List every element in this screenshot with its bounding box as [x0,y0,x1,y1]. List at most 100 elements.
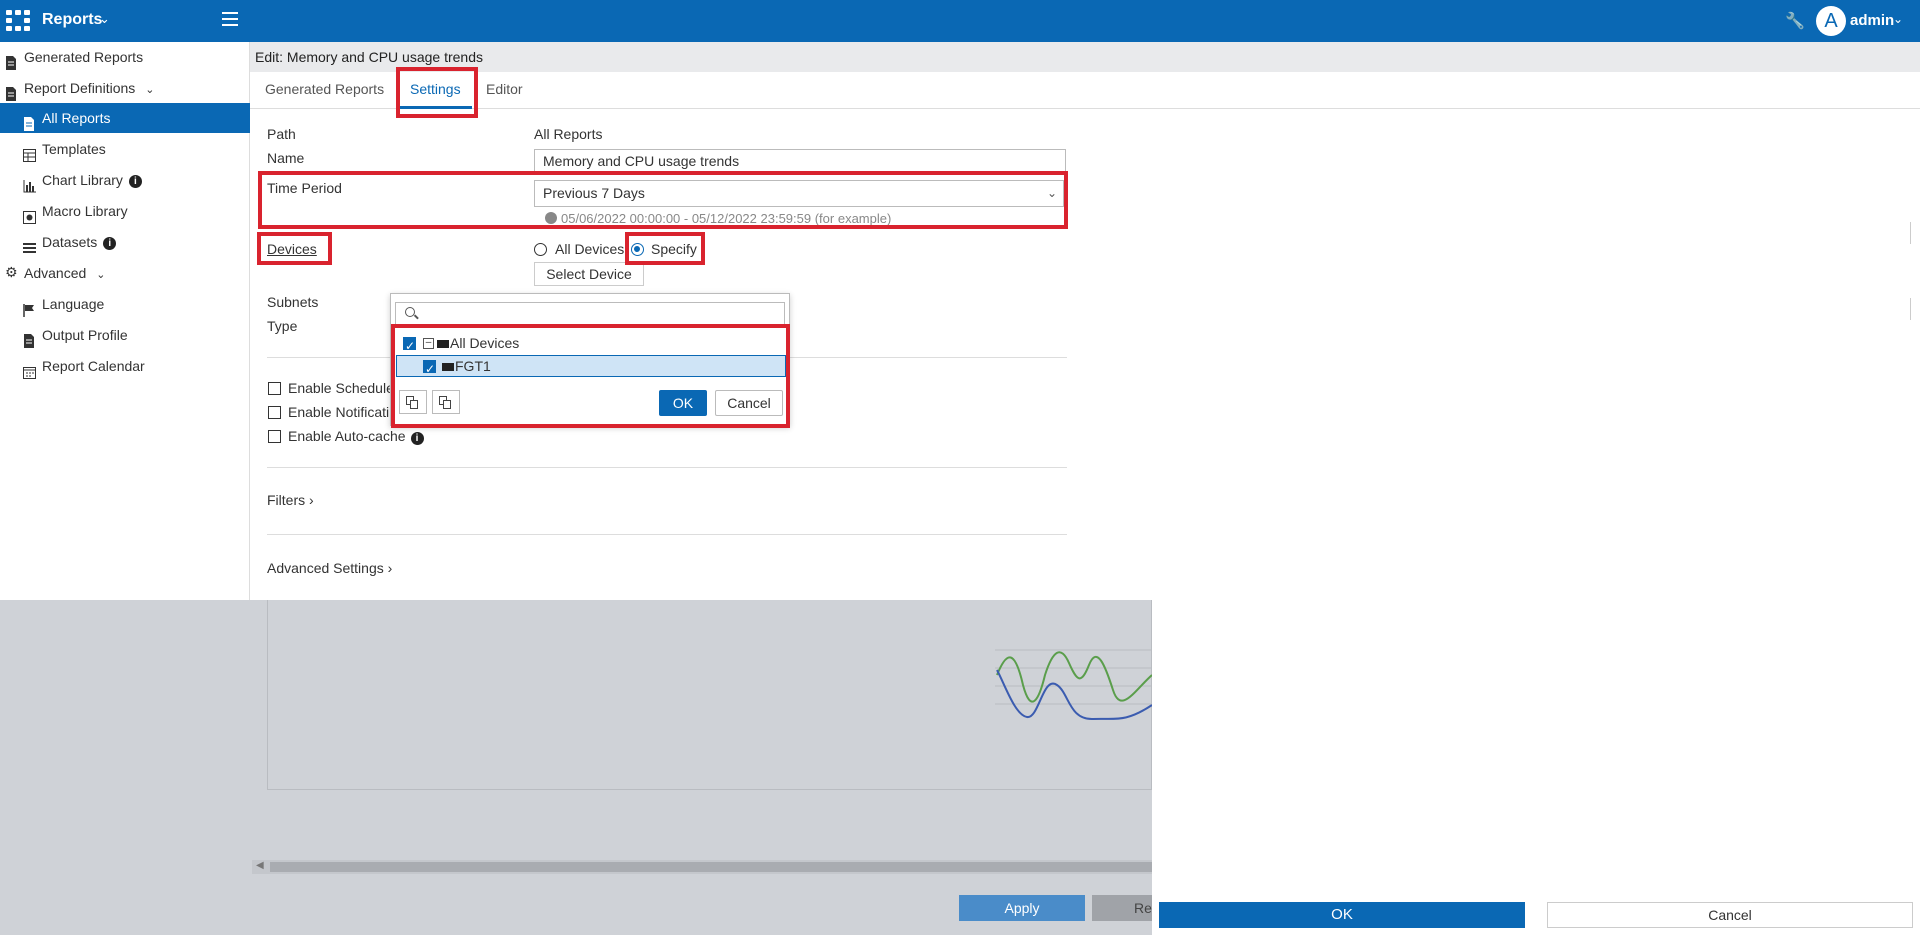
edge-marker [1910,298,1912,320]
sidebar-item-language[interactable]: Language [0,289,250,319]
enable-notification-checkbox[interactable] [268,406,281,419]
chevron-down-icon: ⌄ [145,84,155,96]
devices-label[interactable]: Devices [267,241,317,257]
enable-autocache-checkbox[interactable] [268,430,281,443]
menu-icon[interactable] [222,12,238,26]
apply-button[interactable]: Apply [959,895,1085,921]
chevron-down-icon[interactable]: ⌄ [1893,12,1903,26]
tree-item-all-devices[interactable]: – All Devices [397,332,777,357]
info-icon[interactable]: i [410,432,424,445]
wrench-icon[interactable]: 🔧 [1785,11,1805,31]
chart-line-green [996,651,1152,703]
tree-item-label: All Devices [450,335,520,351]
scrollbar-thumb[interactable] [270,862,1152,872]
cancel-button[interactable]: Cancel [1547,902,1913,928]
scroll-left-icon[interactable]: ◀ [256,860,264,871]
document-icon [5,81,19,101]
user-name[interactable]: admin [1850,12,1894,29]
all-devices-checkbox[interactable] [403,335,416,357]
sidebar-item-advanced[interactable]: ⚙ Advanced ⌄ [0,258,250,288]
tree-item-fgt1[interactable]: FGT1 [396,355,786,380]
chevron-right-icon: › [387,560,393,576]
sidebar-item-datasets[interactable]: Datasets i [0,227,250,257]
info-icon[interactable]: i [103,236,117,250]
chevron-right-icon: › [309,492,314,508]
sidebar: Generated Reports Report Definitions ⌄ Al… [0,42,250,600]
divider [267,534,1067,535]
page-title: Edit: Memory and CPU usage trends [255,49,483,65]
tab-bar: Generated Reports Settings Editor [250,72,1920,109]
avatar[interactable]: A [1816,6,1846,36]
document-icon [23,111,37,131]
sidebar-item-label: All Reports [42,110,111,126]
sidebar-item-label: Report Definitions [24,80,136,96]
chart-preview [995,649,1152,721]
sidebar-item-label: Chart Library [42,172,123,188]
sidebar-item-label: Language [42,296,105,312]
path-value: All Reports [534,126,603,142]
sidebar-item-all-reports[interactable]: All Reports [0,103,250,133]
device-select-popup: – All Devices FGT1 OK Cancel [390,293,790,426]
collapse-all-button[interactable] [432,390,460,414]
subnets-label: Subnets [267,294,319,310]
sidebar-item-label: Templates [42,141,106,157]
sidebar-item-label: Datasets [42,234,98,250]
enable-schedule-label: Enable Schedule [288,380,394,396]
sidebar-item-macro-library[interactable]: Macro Library [0,196,250,226]
all-devices-option-label[interactable]: All Devices [555,241,624,257]
gear-icon: ⚙ [5,264,18,280]
app-title[interactable]: Reports [42,11,102,29]
sidebar-item-report-calendar[interactable]: Report Calendar [0,351,250,381]
tab-settings[interactable]: Settings [410,81,461,97]
enable-autocache-label: Enable Auto-cache i [288,428,424,445]
sidebar-item-label: Generated Reports [24,49,144,65]
device-icon [442,363,454,371]
name-field[interactable]: Memory and CPU usage trends [534,149,1066,173]
horizontal-scrollbar[interactable]: ◀ [252,860,1152,874]
sidebar-item-label: Advanced [24,265,87,281]
divider [267,467,1067,468]
device-search-input[interactable] [395,302,785,326]
advanced-settings-toggle[interactable]: Advanced Settings › [267,560,392,576]
sidebar-item-templates[interactable]: Templates [0,134,250,164]
reset-button[interactable]: Re [1092,895,1152,921]
specify-option-label[interactable]: Specify [651,241,697,257]
enable-schedule-checkbox[interactable] [268,382,281,395]
ok-button[interactable]: OK [1159,902,1525,928]
all-devices-radio[interactable] [534,243,547,256]
type-label: Type [267,318,298,334]
sidebar-item-report-definitions[interactable]: Report Definitions ⌄ [0,73,250,103]
popup-ok-button[interactable]: OK [659,390,707,416]
info-icon[interactable]: i [128,174,142,188]
tab-generated-reports[interactable]: Generated Reports [265,81,384,97]
top-bar: Reports ⌄ 🔧 A admin ⌄ [0,0,1920,42]
sidebar-item-label: Output Profile [42,327,128,343]
template-icon [23,142,37,162]
sidebar-item-generated-reports[interactable]: Generated Reports [0,42,250,72]
time-period-label: Time Period [267,180,342,196]
sidebar-item-label: Report Calendar [42,358,145,374]
collapse-icon[interactable]: – [423,338,434,349]
time-period-select[interactable]: Previous 7 Days ⌄ [534,180,1064,207]
sidebar-item-output-profile[interactable]: Output Profile [0,320,250,350]
flag-icon [23,297,37,317]
expand-all-button[interactable] [399,390,427,414]
edge-marker [1910,222,1912,244]
chevron-down-icon: ⌄ [96,269,106,281]
document-icon [23,328,37,348]
filters-toggle[interactable]: Filters › [267,492,314,508]
page-header: Edit: Memory and CPU usage trends [250,42,1920,72]
sidebar-item-chart-library[interactable]: Chart Library i [0,165,250,195]
tree-item-label: FGT1 [455,358,491,374]
app-grid-icon[interactable] [6,10,30,32]
select-device-button[interactable]: Select Device [534,262,644,286]
fgt1-checkbox[interactable] [423,358,436,380]
specify-radio[interactable] [631,243,644,256]
chevron-down-icon[interactable]: ⌄ [99,11,110,27]
path-label: Path [267,126,296,142]
popup-cancel-button[interactable]: Cancel [715,390,783,416]
document-icon [5,50,19,70]
tab-editor[interactable]: Editor [486,81,523,97]
time-period-value: Previous 7 Days [543,185,645,201]
chevron-down-icon: ⌄ [1046,186,1057,200]
